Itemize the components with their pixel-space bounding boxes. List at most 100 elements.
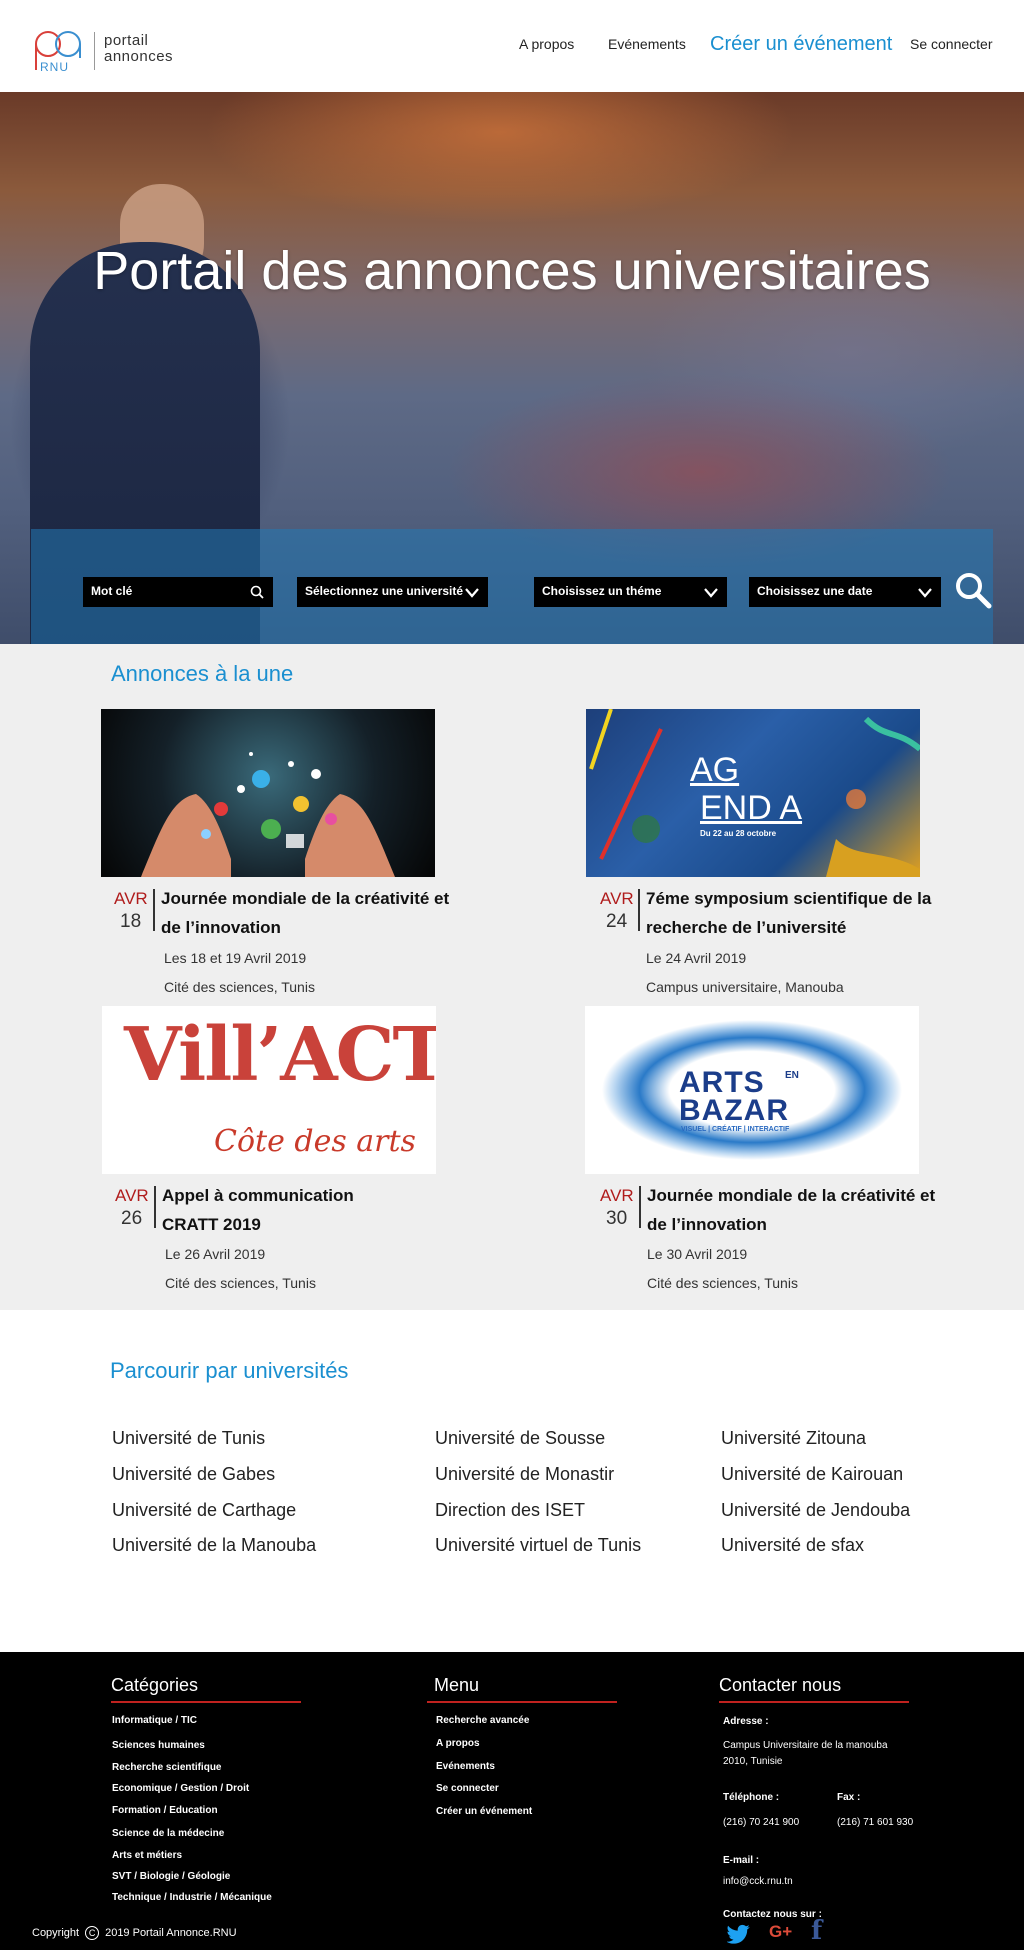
card-title[interactable]: 7éme symposium scientifique de la recher… [646,884,936,942]
facebook-icon[interactable]: f [811,1916,822,1946]
nav-about[interactable]: A propos [519,36,574,52]
agenda-sub: Du 22 au 28 octobre [700,829,777,838]
email-value[interactable]: info@cck.rnu.tn [723,1876,793,1887]
university-link[interactable]: Université de Gabes [112,1464,275,1485]
villact-line2: Côte des arts [214,1124,416,1159]
logo[interactable]: RNU portail annonces [34,30,194,74]
footer-category-link[interactable]: Recherche scientifique [112,1762,221,1773]
nav-events[interactable]: Evénements [608,36,686,52]
copyright-text: 2019 Portail Annonce.RNU [105,1926,237,1939]
card-month: AVR [600,889,634,908]
phone-label: Téléphone : [723,1792,780,1803]
university-link[interactable]: Université de Jendouba [721,1500,910,1521]
address-line1: Campus Universitaire de la manouba [723,1740,888,1751]
card-image-arts-bazar[interactable]: ARTS EN BAZAR VISUEL | CRÉATIF | INTERAC… [585,1006,919,1174]
theme-select[interactable]: Choisissez un théme [534,577,727,607]
card-image-villact[interactable]: Vill’ACT Côte des arts [102,1006,436,1174]
footer [0,1652,1024,1950]
social-label: Contactez nous sur : [723,1909,822,1920]
university-link[interactable]: Université de Kairouan [721,1464,903,1485]
chevron-down-icon [918,588,932,598]
footer-category-link[interactable]: Technique / Industrie / Mécanique [112,1892,272,1903]
university-link[interactable]: Université de Carthage [112,1500,296,1521]
copyright-prefix: Copyright [32,1926,80,1939]
search-icon [250,585,264,599]
page: RNU portail annonces A propos Evénements… [0,0,1024,1950]
card-month: AVR [114,889,148,908]
card-title[interactable]: Appel à communication CRATT 2019 [162,1181,362,1239]
logo-line1: portail [104,32,149,49]
bazar-sub: VISUEL | CRÉATIF | INTERACTIF [681,1126,790,1133]
logo-text: portail annonces [104,33,173,65]
card-place: Cité des sciences, Tunis [165,1275,316,1291]
footer-contact-title: Contacter nous [719,1675,842,1695]
keyword-placeholder: Mot clé [91,584,133,598]
nav-login[interactable]: Se connecter [910,36,993,52]
footer-menu-title: Menu [434,1675,480,1695]
address-label: Adresse : [723,1716,769,1727]
address-line2: 2010, Tunisie [723,1756,783,1767]
date-divider [154,1186,156,1228]
footer-category-link[interactable]: Formation / Education [112,1805,218,1816]
footer-category-link[interactable]: SVT / Biologie / Géologie [112,1871,230,1882]
footer-category-link[interactable]: Economique / Gestion / Droit [112,1783,249,1794]
card-image-creativity[interactable] [101,709,435,877]
agenda-line1: AG [690,751,740,789]
date-divider [153,889,155,931]
date-select-label: Choisissez une date [757,584,873,598]
card-image-agenda[interactable]: AG END A Du 22 au 28 octobre [586,709,920,877]
phone-value: (216) 70 241 900 [723,1817,800,1828]
footer-menu-link[interactable]: Recherche avancée [436,1715,529,1726]
theme-select-label: Choisissez un théme [542,584,662,598]
footer-menu-link[interactable]: A propos [436,1738,480,1749]
card-place: Cité des sciences, Tunis [164,979,315,995]
search-button-icon[interactable] [954,571,992,609]
university-link[interactable]: Université virtuel de Tunis [435,1535,641,1556]
university-select[interactable]: Sélectionnez une université [297,577,488,607]
card-day: 24 [606,911,628,932]
university-link[interactable]: Université de Monastir [435,1464,614,1485]
university-link[interactable]: Université Zitouna [721,1428,866,1449]
keyword-input[interactable]: Mot clé [83,577,273,607]
hero-title: Portail des annonces universitaires [93,241,931,301]
logo-line2: annonces [104,48,174,65]
universities-title: Parcourir par universités [110,1358,349,1383]
footer-category-link[interactable]: Science de la médecine [112,1828,224,1839]
university-link[interactable]: Université de Sousse [435,1428,605,1449]
university-link[interactable]: Université de sfax [721,1535,864,1556]
university-link[interactable]: Université de la Manouba [112,1535,316,1556]
date-divider [639,1186,641,1228]
card-day: 18 [120,911,142,932]
footer-category-link[interactable]: Informatique / TIC [112,1715,197,1726]
footer-menu-link[interactable]: Evénements [436,1761,495,1772]
footer-category-link[interactable]: Arts et métiers [112,1850,182,1861]
nav-create-event[interactable]: Créer un événement [710,33,892,56]
twitter-icon[interactable] [727,1924,751,1944]
google-plus-icon[interactable]: G+ [769,1922,792,1942]
fax-value: (216) 71 601 930 [837,1817,914,1828]
chevron-down-icon [704,588,718,598]
card-month: AVR [115,1186,149,1205]
card-dates: Le 24 Avril 2019 [646,950,747,966]
footer-category-link[interactable]: Sciences humaines [112,1740,205,1751]
logo-sub: RNU [40,60,69,74]
footer-menu-link[interactable]: Se connecter [436,1783,499,1794]
creativity-illustration [141,752,395,877]
card-title[interactable]: Journée mondiale de la créativité et de … [647,1181,937,1239]
copyright: Copyright C 2019 Portail Annonce.RNU [32,1926,237,1940]
footer-categories-title: Catégories [111,1675,199,1695]
footer-divider [111,1701,301,1703]
chevron-down-icon [465,588,479,598]
featured-title: Annonces à la une [111,661,294,686]
card-title[interactable]: Journée mondiale de la créativité et de … [161,884,451,942]
footer-menu-link[interactable]: Créer un événement [436,1806,532,1817]
date-select[interactable]: Choisissez une date [749,577,941,607]
card-dates: Le 26 Avril 2019 [165,1246,266,1262]
card-month: AVR [600,1186,634,1205]
university-link[interactable]: Direction des ISET [435,1500,585,1521]
fax-label: Fax : [837,1792,861,1803]
university-link[interactable]: Université de Tunis [112,1428,265,1449]
card-place: Campus universitaire, Manouba [646,979,844,995]
university-select-label: Sélectionnez une université [305,584,464,598]
card-place: Cité des sciences, Tunis [647,1275,798,1291]
